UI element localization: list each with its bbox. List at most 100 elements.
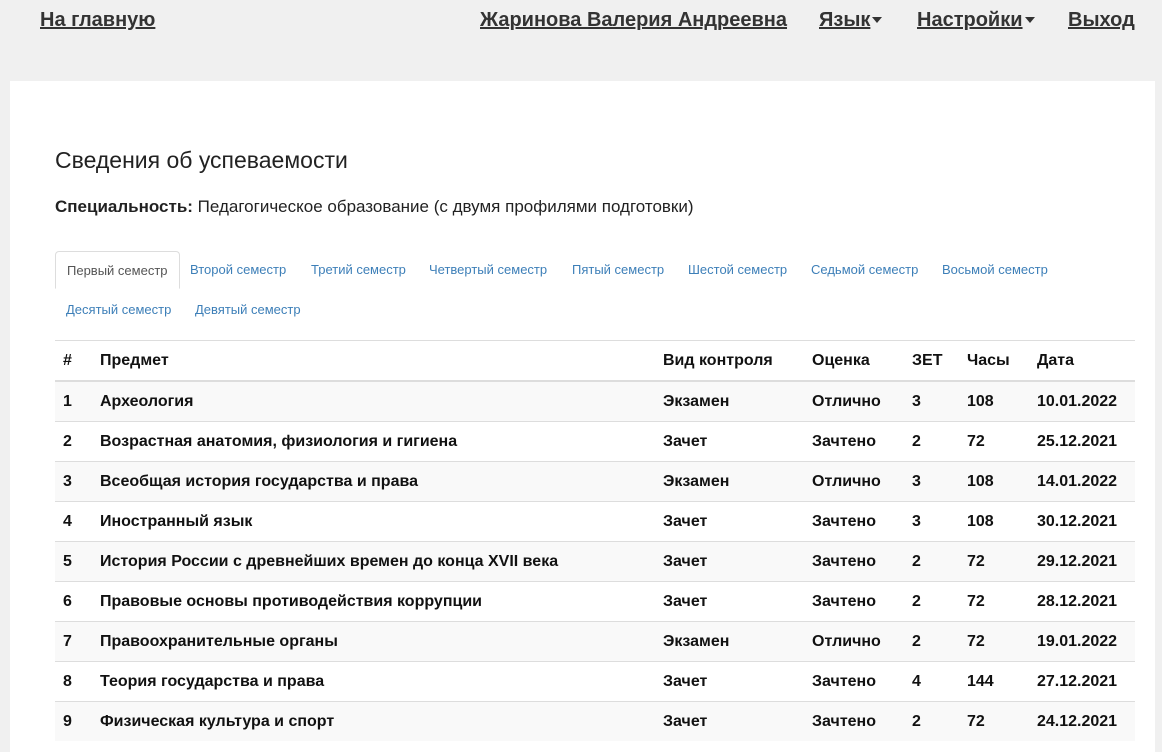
header-hours: Часы (967, 341, 1037, 382)
cell-control-type: Экзамен (663, 621, 812, 662)
cell-subject: История России с древнейших времен до ко… (100, 541, 663, 582)
user-name-link[interactable]: Жаринова Валерия Андреевна (480, 9, 787, 32)
tab-semester-7[interactable]: Седьмой семестр (800, 251, 929, 289)
tab-semester-8[interactable]: Восьмой семестр (931, 251, 1059, 289)
cell-credits: 3 (912, 501, 967, 542)
cell-hours: 72 (967, 701, 1037, 741)
logout-link[interactable]: Выход (1068, 9, 1135, 32)
cell-number: 9 (55, 701, 100, 741)
table-row: 6 Правовые основы противодействия коррупц… (55, 581, 1135, 622)
cell-subject: Физическая культура и спорт (100, 701, 663, 741)
cell-control-type: Зачет (663, 541, 812, 582)
specialty-label: Специальность: (55, 197, 193, 216)
tab-semester-3[interactable]: Третий семестр (300, 251, 417, 289)
cell-subject: Возрастная анатомия, физиология и гигиен… (100, 421, 663, 462)
header-number: # (55, 341, 100, 382)
cell-control-type: Зачет (663, 421, 812, 462)
cell-grade: Отлично (812, 380, 912, 422)
cell-hours: 108 (967, 501, 1037, 542)
cell-subject: Археология (100, 380, 663, 422)
top-navbar: На главную Жаринова Валерия Андреевна Яз… (0, 0, 1162, 80)
cell-subject: Правовые основы противодействия коррупци… (100, 581, 663, 622)
cell-date: 30.12.2021 (1037, 501, 1135, 542)
cell-control-type: Зачет (663, 501, 812, 542)
cell-date: 25.12.2021 (1037, 421, 1135, 462)
cell-hours: 72 (967, 621, 1037, 662)
cell-number: 3 (55, 461, 100, 502)
table-body: 1 Археология Экзамен Отлично 3 108 10.01.2022 2… (55, 380, 1135, 741)
specialty-line: Специальность: Педагогическое образовани… (55, 197, 694, 217)
header-grade: Оценка (812, 341, 912, 382)
cell-subject: Правоохранительные органы (100, 621, 663, 662)
cell-credits: 2 (912, 581, 967, 622)
home-link[interactable]: На главную (40, 9, 155, 32)
page-title: Сведения об успеваемости (55, 147, 348, 173)
table-row: 4 Иностранный язык Зачет Зачтено 3 108 30.12.2… (55, 501, 1135, 542)
cell-credits: 4 (912, 661, 967, 702)
language-label: Язык (819, 9, 871, 31)
cell-subject: Всеобщая история государства и права (100, 461, 663, 502)
settings-label: Настройки (917, 9, 1023, 31)
cell-control-type: Зачет (663, 661, 812, 702)
cell-subject: Теория государства и права (100, 661, 663, 702)
header-control-type: Вид контроля (663, 341, 812, 382)
cell-hours: 144 (967, 661, 1037, 702)
cell-hours: 72 (967, 541, 1037, 582)
cell-credits: 2 (912, 541, 967, 582)
table-row: 8 Теория государства и права Зачет Зачтено 4… (55, 661, 1135, 702)
tab-semester-1[interactable]: Первый семестр (55, 251, 180, 289)
cell-hours: 72 (967, 581, 1037, 622)
table-row: 1 Археология Экзамен Отлично 3 108 10.01.2022 (55, 380, 1135, 422)
cell-credits: 2 (912, 621, 967, 662)
grades-table: # Предмет Вид контроля Оценка ЗЕТ Часы Д… (55, 341, 1135, 741)
table-row: 7 Правоохранительные органы Экзамен Отлично… (55, 621, 1135, 662)
cell-date: 19.01.2022 (1037, 621, 1135, 662)
cell-credits: 2 (912, 701, 967, 741)
cell-control-type: Экзамен (663, 380, 812, 422)
cell-number: 6 (55, 581, 100, 622)
table-row: 9 Физическая культура и спорт Зачет Зачтено… (55, 701, 1135, 741)
cell-credits: 2 (912, 421, 967, 462)
header-date: Дата (1037, 341, 1135, 382)
cell-control-type: Экзамен (663, 461, 812, 502)
cell-number: 4 (55, 501, 100, 542)
table-row: 2 Возрастная анатомия, физиология и гигие… (55, 421, 1135, 462)
main-panel: Сведения об успеваемости Специальность: … (10, 81, 1155, 752)
cell-date: 10.01.2022 (1037, 380, 1135, 422)
cell-number: 8 (55, 661, 100, 702)
cell-grade: Зачтено (812, 421, 912, 462)
cell-number: 2 (55, 421, 100, 462)
cell-date: 27.12.2021 (1037, 661, 1135, 702)
tab-semester-6[interactable]: Шестой семестр (677, 251, 798, 289)
language-menu[interactable]: Язык (819, 9, 883, 32)
settings-menu[interactable]: Настройки (917, 9, 1035, 32)
cell-grade: Зачтено (812, 541, 912, 582)
table-row: 5 История России с древнейших времен до к… (55, 541, 1135, 582)
specialty-value: Педагогическое образование (с двумя проф… (197, 197, 694, 216)
cell-number: 1 (55, 380, 100, 422)
tab-semester-10[interactable]: Десятый семестр (55, 291, 182, 329)
caret-down-icon (1024, 16, 1035, 23)
cell-grade: Отлично (812, 461, 912, 502)
cell-number: 5 (55, 541, 100, 582)
cell-date: 29.12.2021 (1037, 541, 1135, 582)
caret-down-icon (872, 16, 883, 23)
tab-semester-9[interactable]: Девятый семестр (184, 291, 312, 329)
cell-grade: Отлично (812, 621, 912, 662)
tab-semester-2[interactable]: Второй семестр (179, 251, 297, 289)
header-credits: ЗЕТ (912, 341, 967, 382)
cell-grade: Зачтено (812, 501, 912, 542)
table-header-row: # Предмет Вид контроля Оценка ЗЕТ Часы Д… (55, 341, 1135, 382)
tab-semester-4[interactable]: Четвертый семестр (418, 251, 558, 289)
tab-semester-5[interactable]: Пятый семестр (561, 251, 675, 289)
cell-control-type: Зачет (663, 701, 812, 741)
cell-date: 14.01.2022 (1037, 461, 1135, 502)
cell-date: 24.12.2021 (1037, 701, 1135, 741)
cell-control-type: Зачет (663, 581, 812, 622)
cell-subject: Иностранный язык (100, 501, 663, 542)
cell-credits: 3 (912, 461, 967, 502)
cell-hours: 108 (967, 461, 1037, 502)
cell-grade: Зачтено (812, 581, 912, 622)
cell-hours: 108 (967, 380, 1037, 422)
cell-date: 28.12.2021 (1037, 581, 1135, 622)
